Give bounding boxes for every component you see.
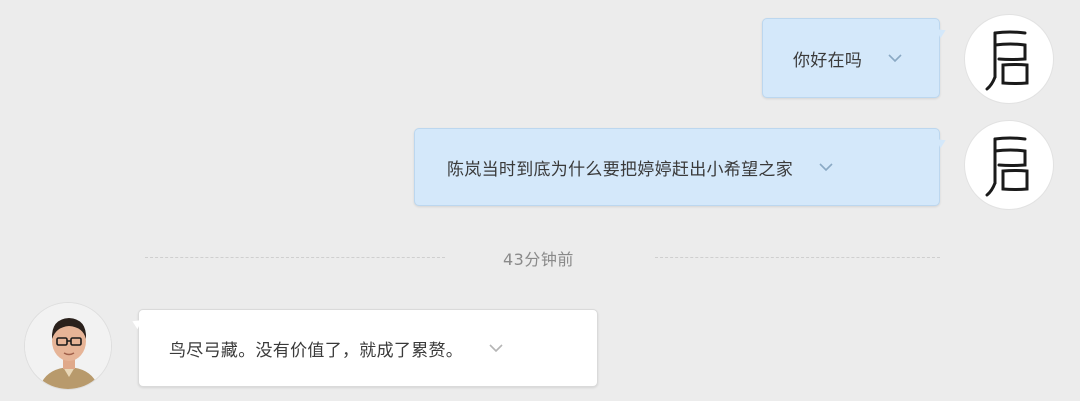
- man-with-glasses-icon: [25, 303, 111, 389]
- message-bubble-outgoing[interactable]: 陈岚当时到底为什么要把婷婷赶出小希望之家: [414, 128, 940, 206]
- chevron-down-icon[interactable]: [884, 47, 906, 69]
- timestamp-label: 43分钟前: [503, 250, 574, 269]
- my-avatar[interactable]: [964, 120, 1054, 210]
- divider-line-right: [655, 257, 940, 258]
- my-avatar[interactable]: [964, 14, 1054, 104]
- message-text: 鸟尽弓藏。没有价值了，就成了累赘。: [169, 340, 464, 361]
- message-bubble-incoming[interactable]: 鸟尽弓藏。没有价值了，就成了累赘。: [138, 309, 598, 387]
- divider-line-left: [145, 257, 445, 258]
- message-text: 你好在吗: [793, 50, 863, 71]
- message-bubble-outgoing[interactable]: 你好在吗: [762, 18, 940, 98]
- message-text: 陈岚当时到底为什么要把婷婷赶出小希望之家: [447, 159, 793, 180]
- calligraphy-seal-icon: [985, 136, 1029, 197]
- chevron-down-icon[interactable]: [485, 337, 507, 359]
- calligraphy-seal-icon: [985, 30, 1029, 91]
- contact-avatar[interactable]: [24, 302, 112, 390]
- chevron-down-icon[interactable]: [815, 156, 837, 178]
- timestamp-divider: 43分钟前: [145, 246, 940, 269]
